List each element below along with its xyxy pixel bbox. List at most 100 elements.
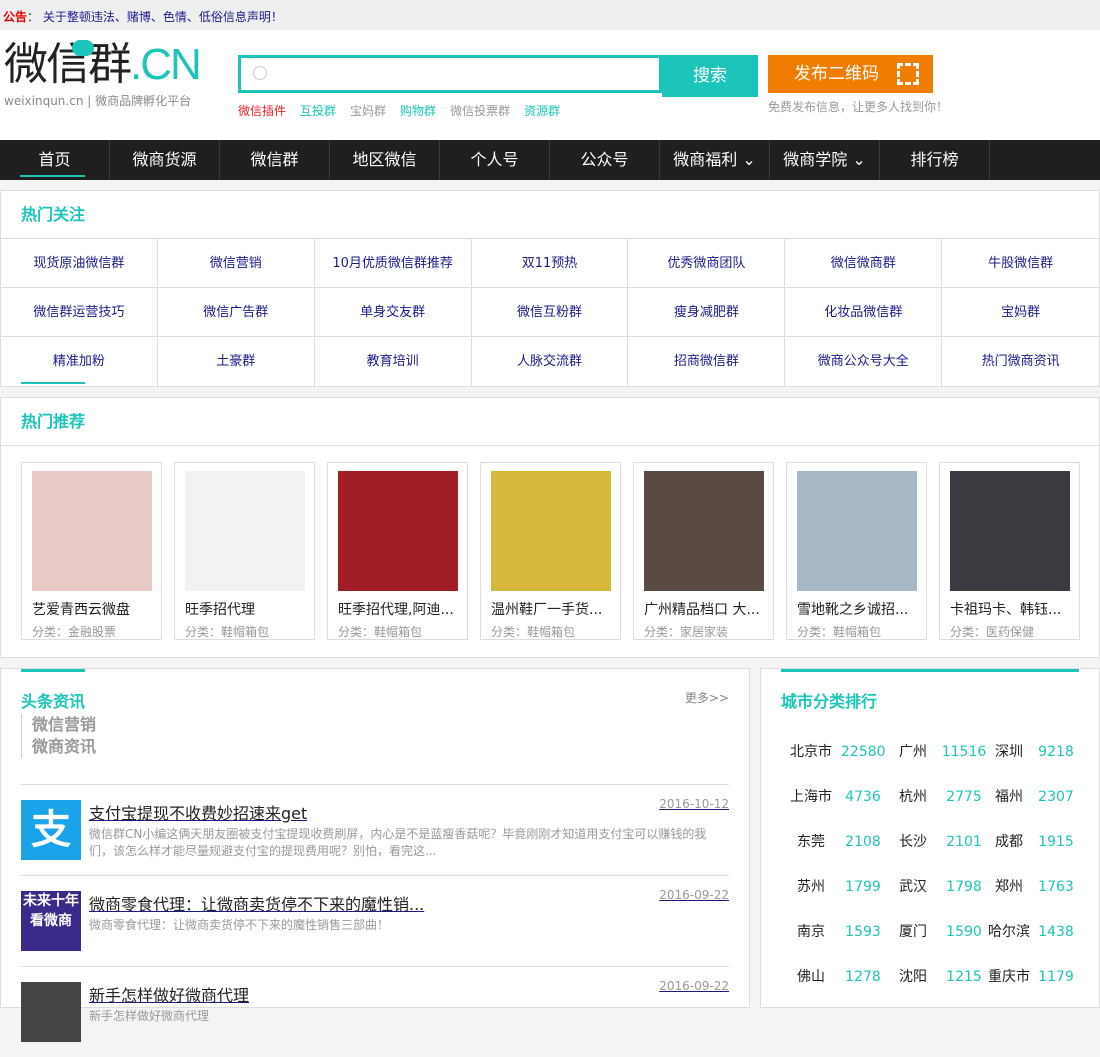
recommend-card[interactable]: 旺季招代理,阿迪... 分类：鞋帽箱包 — [327, 462, 468, 640]
city-link[interactable]: 南京 — [781, 910, 841, 955]
nav-item[interactable]: 微商福利 ⌄ — [660, 140, 770, 180]
news-thumbnail[interactable] — [21, 982, 81, 1042]
recommend-card[interactable]: 卡祖玛卡、韩钰... 分类：医药保健 — [939, 462, 1080, 640]
city-link[interactable]: 杭州 — [885, 775, 941, 820]
nav-item[interactable]: 首页 — [0, 140, 110, 180]
recommend-card[interactable]: 旺季招代理 分类：鞋帽箱包 — [174, 462, 315, 640]
news-thumbnail[interactable]: 支 — [21, 800, 81, 860]
card-title[interactable]: 旺季招代理,阿迪... — [338, 599, 457, 619]
hot-follow-link[interactable]: 单身交友群 — [314, 288, 472, 337]
notice-link[interactable]: 关于整顿违法、赌博、色情、低俗信息声明！ — [43, 10, 283, 24]
hot-follow-link[interactable]: 优秀微商团队 — [628, 239, 786, 288]
news-title[interactable]: 新手怎样做好微商代理 — [89, 982, 729, 1006]
city-link[interactable]: 上海市 — [781, 775, 841, 820]
news-thumbnail[interactable]: 未来十年看微商 — [21, 891, 81, 951]
hot-search-link[interactable]: 购物群 — [400, 104, 436, 118]
city-link[interactable]: 武汉 — [885, 865, 941, 910]
hot-search-link[interactable]: 宝妈群 — [350, 104, 386, 118]
news-desc[interactable]: 微商零食代理：让微商卖货停不下来的魔性销售三部曲！ — [89, 917, 709, 934]
site-logo[interactable]: 微信群.CN weixinqun.cn | 微商品牌孵化平台 — [4, 40, 202, 109]
hot-follow-link[interactable]: 微信微商群 — [785, 239, 943, 288]
search-box[interactable] — [238, 55, 662, 93]
city-link[interactable]: 重庆市 — [987, 955, 1031, 1000]
hot-follow-link[interactable]: 瘦身减肥群 — [628, 288, 786, 337]
hot-follow-link[interactable]: 现货原油微信群 — [1, 239, 158, 288]
card-image[interactable] — [797, 471, 917, 591]
hot-follow-link[interactable]: 微信广告群 — [157, 288, 315, 337]
card-title[interactable]: 旺季招代理 — [185, 599, 304, 619]
recommend-card[interactable]: 广州精品档口 大... 分类：家居家装 — [633, 462, 774, 640]
hot-follow-link[interactable]: 双11预热 — [471, 239, 629, 288]
hot-follow-link[interactable]: 土豪群 — [158, 337, 315, 386]
hot-follow-link[interactable]: 10月优质微信群推荐 — [314, 239, 472, 288]
search-input[interactable] — [277, 62, 647, 88]
nav-item[interactable]: 地区微信 — [330, 140, 440, 180]
city-count: 1278 — [845, 969, 881, 985]
chat-bubble-icon — [72, 40, 94, 56]
hot-follow-link[interactable]: 人脉交流群 — [472, 337, 629, 386]
hot-follow-link[interactable]: 化妆品微信群 — [785, 288, 943, 337]
publish-qrcode-button[interactable]: 发布二维码 — [768, 55, 933, 93]
hot-search-link[interactable]: 微信插件 — [238, 104, 286, 118]
hot-follow-link[interactable]: 教育培训 — [315, 337, 472, 386]
more-link[interactable]: 更多>> — [685, 689, 729, 706]
city-link[interactable]: 长沙 — [885, 820, 941, 865]
search-button[interactable]: 搜索 — [662, 55, 758, 97]
hot-follow-link[interactable]: 宝妈群 — [942, 288, 1099, 337]
city-link[interactable]: 东莞 — [781, 820, 841, 865]
nav-item[interactable]: 微商学院 ⌄ — [770, 140, 880, 180]
card-title[interactable]: 广州精品档口 大... — [644, 599, 763, 619]
card-image[interactable] — [491, 471, 611, 591]
nav-item[interactable]: 个人号 — [440, 140, 550, 180]
hot-search-link[interactable]: 互投群 — [300, 104, 336, 118]
city-count: 2775 — [946, 789, 982, 805]
card-title[interactable]: 温州鞋厂一手货... — [491, 599, 610, 619]
city-link[interactable]: 北京市 — [781, 730, 841, 775]
card-image[interactable] — [185, 471, 305, 591]
news-desc[interactable]: 微信群CN小编这俩天朋友圈被支付宝提现收费刷屏，内心是不是蓝瘦香菇呢？毕竟刚刚才… — [89, 826, 709, 860]
tab-weishang-news[interactable]: 微商资讯 — [32, 736, 729, 758]
city-link[interactable]: 佛山 — [781, 955, 841, 1000]
card-title[interactable]: 卡祖玛卡、韩钰... — [950, 599, 1069, 619]
hot-follow-link[interactable]: 微信互粉群 — [471, 288, 629, 337]
hot-follow-link[interactable]: 招商微信群 — [628, 337, 786, 386]
city-link[interactable]: 沈阳 — [885, 955, 941, 1000]
card-image[interactable] — [338, 471, 458, 591]
news-title[interactable]: 微商零食代理：让微商卖货停不下来的魔性销... — [89, 891, 729, 915]
nav-item[interactable]: 公众号 — [550, 140, 660, 180]
news-item: 新手怎样做好微商代理 新手怎样做好微商代理 2016-09-22 — [21, 966, 729, 1057]
city-link[interactable]: 成都 — [987, 820, 1031, 865]
city-count: 1915 — [1038, 834, 1074, 850]
city-link[interactable]: 福州 — [987, 775, 1031, 820]
city-link[interactable]: 郑州 — [987, 865, 1031, 910]
city-link[interactable]: 苏州 — [781, 865, 841, 910]
card-image[interactable] — [950, 471, 1070, 591]
hot-follow-link[interactable]: 微商公众号大全 — [785, 337, 943, 386]
nav-item[interactable]: 微信群 — [220, 140, 330, 180]
recommend-card[interactable]: 温州鞋厂一手货... 分类：鞋帽箱包 — [480, 462, 621, 640]
hot-search-link[interactable]: 资源群 — [524, 104, 560, 118]
nav-item[interactable]: 排行榜 — [880, 140, 990, 180]
tab-wechat-marketing[interactable]: 微信营销 — [32, 714, 729, 736]
card-image[interactable] — [644, 471, 764, 591]
city-link[interactable]: 深圳 — [987, 730, 1031, 775]
nav-item[interactable]: 微商货源 — [110, 140, 220, 180]
hot-follow-link[interactable]: 微信营销 — [157, 239, 315, 288]
card-image[interactable] — [32, 471, 152, 591]
hot-follow-link[interactable]: 微信群运营技巧 — [1, 288, 158, 337]
city-link[interactable]: 广州 — [885, 730, 941, 775]
hot-search-link[interactable]: 微信投票群 — [450, 104, 510, 118]
hot-follow-link[interactable]: 热门微商资讯 — [942, 337, 1099, 386]
city-link[interactable]: 哈尔滨 — [987, 910, 1031, 955]
city-link[interactable]: 厦门 — [885, 910, 941, 955]
hot-follow-link[interactable]: 精准加粉 — [1, 337, 158, 386]
city-count: 2108 — [845, 834, 881, 850]
news-title[interactable]: 支付宝提现不收费妙招速来get — [89, 800, 729, 824]
notice-sep: ： — [27, 10, 40, 24]
recommend-card[interactable]: 艺爱青西云微盘 分类：金融股票 — [21, 462, 162, 640]
hot-follow-link[interactable]: 牛股微信群 — [942, 239, 1099, 288]
card-title[interactable]: 雪地靴之乡诚招... — [797, 599, 916, 619]
recommend-card[interactable]: 雪地靴之乡诚招... 分类：鞋帽箱包 — [786, 462, 927, 640]
card-title[interactable]: 艺爱青西云微盘 — [32, 599, 151, 619]
news-desc[interactable]: 新手怎样做好微商代理 — [89, 1008, 709, 1025]
